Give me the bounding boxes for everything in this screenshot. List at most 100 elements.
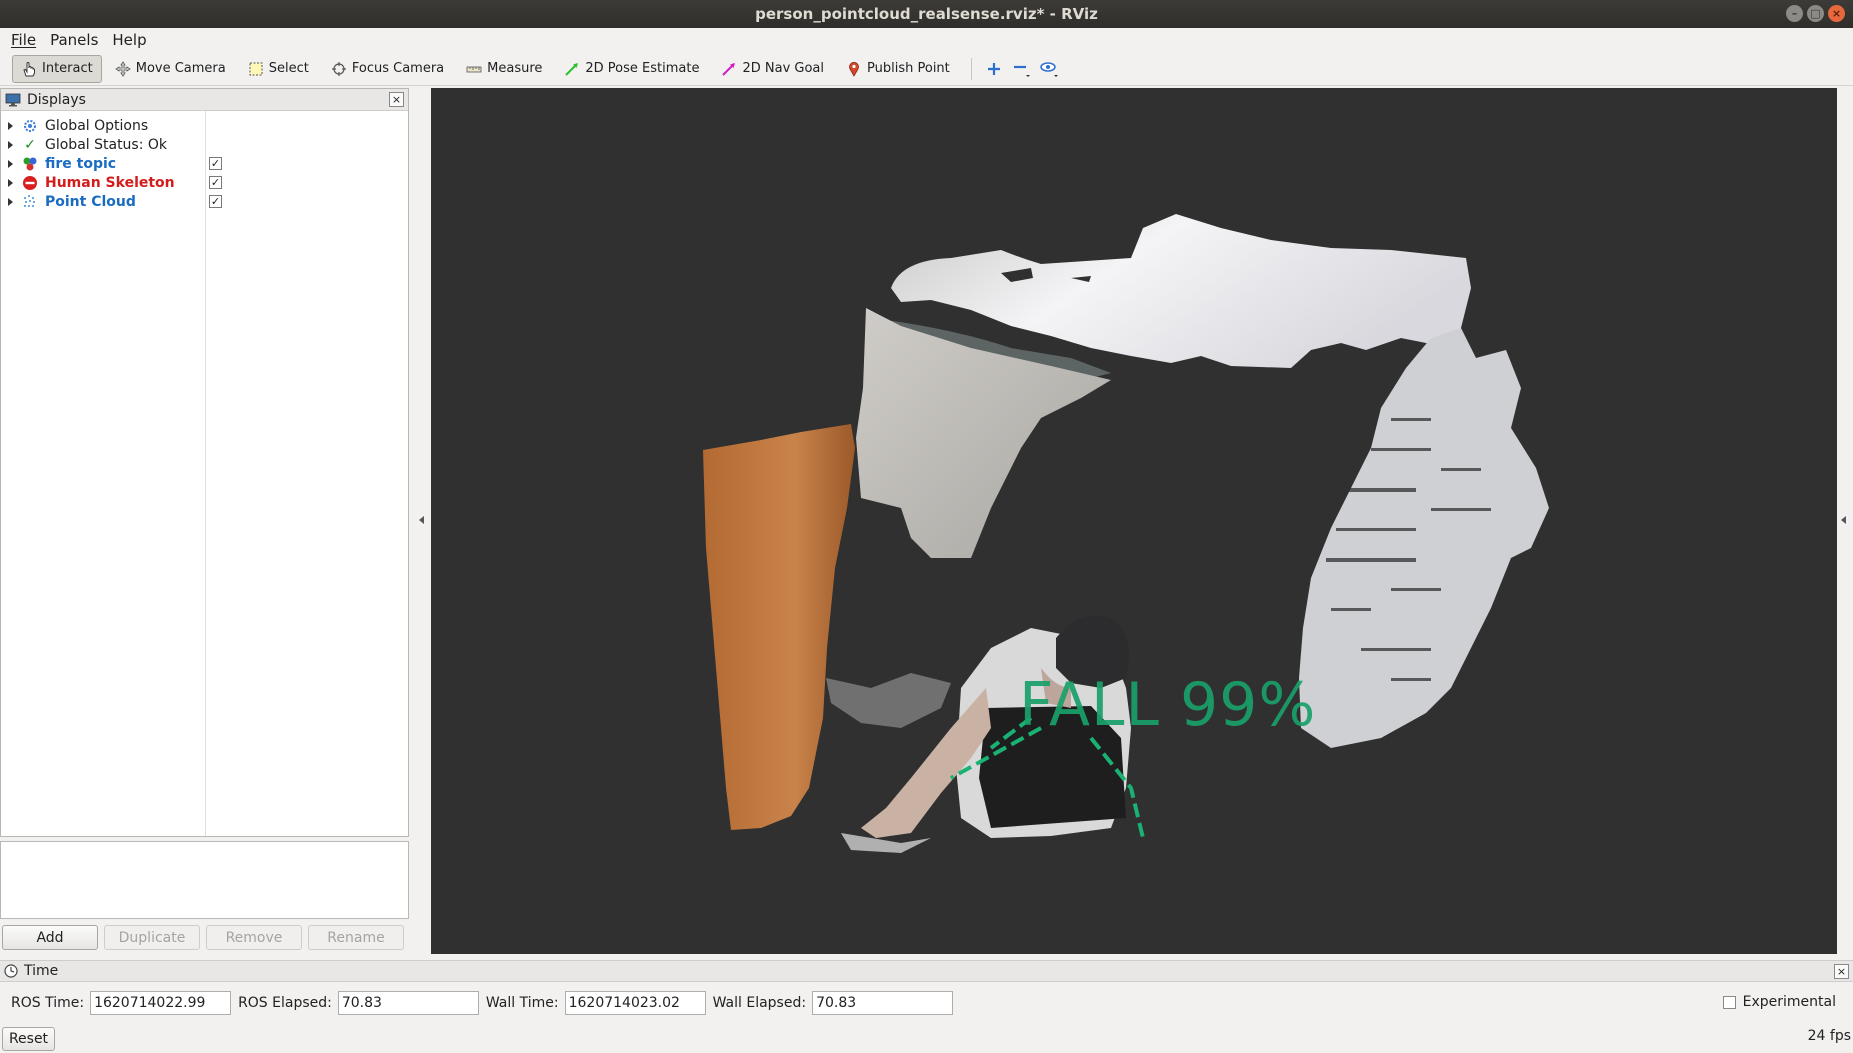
green-arrow-icon	[565, 62, 579, 76]
tool-2d-pose-estimate-label: 2D Pose Estimate	[585, 61, 700, 76]
tool-interact[interactable]: Interact	[12, 54, 102, 83]
toolbar-separator	[970, 57, 972, 80]
map-pin-icon	[849, 61, 859, 77]
left-splitter-arrow-icon[interactable]	[419, 516, 424, 524]
rename-button[interactable]: Rename	[308, 925, 404, 950]
gear-icon	[22, 118, 38, 134]
close-panel-icon[interactable]: ×	[1834, 964, 1849, 979]
right-splitter-arrow-icon[interactable]	[1841, 516, 1846, 524]
experimental-label: Experimental	[1742, 994, 1836, 1010]
displays-button-row: Add Duplicate Remove Rename	[2, 925, 408, 950]
menu-bar: File Panels Help	[0, 28, 1853, 52]
add-button[interactable]: Add	[2, 925, 98, 950]
check-icon: ✓	[24, 136, 36, 153]
duplicate-button[interactable]: Duplicate	[104, 925, 200, 950]
select-box-icon	[249, 62, 263, 75]
display-item-point-cloud[interactable]: Point Cloud ✓	[1, 192, 408, 211]
tool-select-label: Select	[268, 61, 309, 76]
expand-arrow-icon[interactable]	[8, 178, 13, 187]
wall-elapsed-field[interactable]	[812, 991, 954, 1015]
display-item-label: fire topic	[45, 155, 117, 172]
add-tool-button[interactable]	[980, 55, 1008, 83]
display-item-global-status[interactable]: ✓ Global Status: Ok	[1, 135, 408, 154]
window-title: person_pointcloud_realsense.rviz* - RViz	[755, 5, 1098, 23]
display-item-label: Human Skeleton	[45, 174, 175, 191]
ruler-icon	[466, 66, 482, 72]
title-bar: person_pointcloud_realsense.rviz* - RViz…	[0, 0, 1853, 28]
error-icon	[22, 175, 38, 191]
clock-icon	[4, 964, 18, 978]
move-camera-icon	[115, 60, 131, 77]
expand-arrow-icon[interactable]	[8, 140, 13, 149]
display-description-box	[0, 841, 409, 919]
tool-2d-pose-estimate[interactable]: 2D Pose Estimate	[555, 55, 708, 83]
render-viewport[interactable]: FALL 99%	[431, 88, 1837, 954]
enable-checkbox[interactable]: ✓	[209, 176, 222, 189]
displays-header: Displays ×	[1, 89, 408, 111]
point-cloud-render	[703, 214, 1549, 853]
tool-focus-camera-label: Focus Camera	[351, 61, 445, 76]
minimize-icon[interactable]: –	[1786, 5, 1803, 22]
close-panel-icon[interactable]: ×	[389, 92, 404, 107]
display-item-fire-topic[interactable]: fire topic ✓	[1, 154, 408, 173]
camera-view-icon	[1040, 61, 1058, 77]
expand-arrow-icon[interactable]	[8, 159, 13, 168]
focus-camera-icon	[331, 61, 346, 76]
close-icon[interactable]: ×	[1828, 5, 1845, 22]
expand-arrow-icon[interactable]	[8, 197, 13, 206]
fall-overlay-text: FALL 99%	[1019, 670, 1317, 740]
time-panel-title: Time	[24, 963, 59, 979]
remove-tool-icon	[1013, 65, 1030, 77]
right-wall-cloud	[1299, 328, 1549, 748]
fps-readout: 24 fps	[1807, 1028, 1851, 1044]
displays-title: Displays	[27, 91, 86, 108]
experimental-checkbox[interactable]	[1722, 995, 1736, 1009]
maximize-icon[interactable]: □	[1807, 5, 1824, 22]
tool-publish-point-label: Publish Point	[867, 61, 950, 76]
tool-move-camera-label: Move Camera	[135, 61, 226, 76]
tool-bar: Interact Move Camera Select Focus Camera…	[0, 52, 1853, 86]
add-tool-icon	[987, 62, 1000, 75]
experimental-toggle[interactable]: Experimental	[1722, 994, 1836, 1010]
enable-checkbox[interactable]: ✓	[209, 195, 222, 208]
ros-time-label: ROS Time:	[11, 995, 85, 1011]
display-item-human-skeleton[interactable]: Human Skeleton ✓	[1, 173, 408, 192]
tool-publish-point[interactable]: Publish Point	[837, 55, 959, 83]
ros-time-field[interactable]	[90, 991, 232, 1015]
tool-2d-nav-goal[interactable]: 2D Nav Goal	[712, 55, 833, 83]
display-item-label: Global Status: Ok	[45, 136, 168, 153]
wall-time-field[interactable]	[564, 991, 706, 1015]
ros-elapsed-field[interactable]	[337, 991, 479, 1015]
display-item-label: Global Options	[45, 117, 149, 134]
hand-icon	[23, 61, 35, 76]
remove-button[interactable]: Remove	[206, 925, 302, 950]
magenta-arrow-icon	[722, 62, 736, 76]
wall-elapsed-label: Wall Elapsed:	[712, 995, 807, 1011]
window-controls: – □ ×	[1786, 5, 1845, 22]
door-cloud	[703, 424, 855, 830]
camera-view-button[interactable]	[1036, 55, 1064, 83]
displays-tree: Global Options ✓ Global Status: Ok fire …	[1, 111, 408, 836]
menu-help[interactable]: Help	[105, 31, 153, 49]
tool-measure-label: Measure	[487, 61, 543, 76]
display-item-global-options[interactable]: Global Options	[1, 116, 408, 135]
tool-measure[interactable]: Measure	[457, 55, 551, 83]
time-panel-header: Time ×	[0, 960, 1853, 982]
remove-tool-button[interactable]	[1008, 55, 1036, 83]
tool-2d-nav-goal-label: 2D Nav Goal	[742, 61, 825, 76]
monitor-icon	[5, 93, 21, 106]
tool-focus-camera[interactable]: Focus Camera	[322, 55, 453, 83]
wall-time-label: Wall Time:	[485, 995, 559, 1011]
menu-file[interactable]: File	[4, 31, 43, 49]
enable-checkbox[interactable]: ✓	[209, 157, 222, 170]
displays-panel: Displays × Global Options ✓ Global Statu…	[0, 88, 409, 837]
menu-panels[interactable]: Panels	[43, 31, 105, 49]
column-divider	[205, 111, 206, 836]
display-item-label: Point Cloud	[45, 193, 136, 210]
tool-move-camera[interactable]: Move Camera	[106, 55, 235, 83]
tool-select[interactable]: Select	[239, 55, 318, 83]
marker-icon	[22, 156, 38, 172]
reset-button[interactable]: Reset	[2, 1027, 55, 1051]
time-fields-row: ROS Time: ROS Elapsed: Wall Time: Wall E…	[0, 987, 1853, 1019]
expand-arrow-icon[interactable]	[8, 121, 13, 130]
